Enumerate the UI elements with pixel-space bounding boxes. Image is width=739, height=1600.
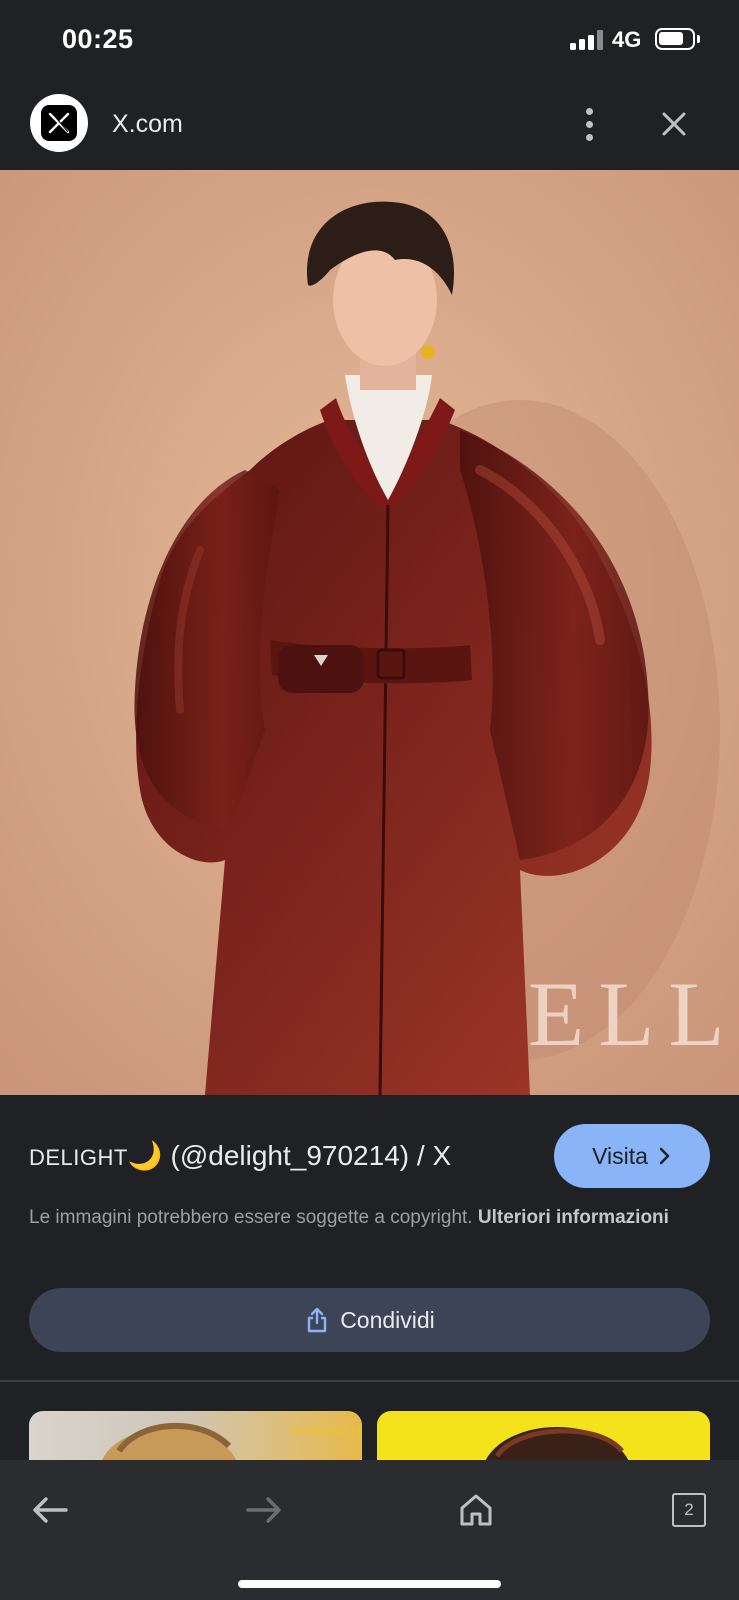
home-icon[interactable]: [446, 1480, 506, 1540]
arrow-left-icon[interactable]: [20, 1480, 80, 1540]
tab-count: 2: [672, 1493, 706, 1527]
battery-icon: [655, 28, 700, 50]
moon-emoji: 🌙: [127, 1140, 163, 1171]
home-indicator[interactable]: [238, 1580, 501, 1588]
copyright-text: Le immagini potrebbero essere soggette a…: [29, 1207, 478, 1228]
share-button[interactable]: Condividi: [29, 1288, 710, 1352]
result-title[interactable]: DELIGHT🌙 (@delight_970214) / X: [29, 1139, 451, 1172]
status-time: 00:25: [62, 24, 134, 54]
result-title-rest: (@delight_970214) / X: [162, 1140, 452, 1171]
vertical-dots-icon[interactable]: [574, 102, 604, 146]
status-bar: 00:25 4G: [0, 0, 739, 80]
signal-icon: [570, 30, 604, 50]
copyright-notice: Le immagini potrebbero essere soggette a…: [29, 1203, 719, 1232]
hero-image[interactable]: ELLE: [0, 170, 739, 1095]
tabs-icon[interactable]: 2: [659, 1480, 719, 1540]
result-info-panel: DELIGHT🌙 (@delight_970214) / X Visita Le…: [0, 1095, 739, 1380]
x-logo-icon[interactable]: [30, 94, 88, 152]
more-info-link[interactable]: Ulteriori informazioni: [478, 1207, 669, 1228]
related-images: BANANA FISH: [0, 1382, 739, 1471]
svg-text:BANANA FISH: BANANA FISH: [291, 1423, 362, 1438]
svg-text:ELLE: ELLE: [528, 963, 739, 1065]
chevron-right-icon: [659, 1147, 670, 1165]
visit-button-label: Visita: [592, 1142, 648, 1169]
arrow-right-icon[interactable]: [234, 1480, 294, 1540]
bottom-navigation: 2: [0, 1460, 739, 1600]
visit-button[interactable]: Visita: [554, 1124, 710, 1188]
result-title-prefix: DELIGHT: [29, 1145, 128, 1170]
site-name[interactable]: X.com: [112, 110, 183, 139]
share-button-label: Condividi: [340, 1306, 435, 1333]
share-icon: [307, 1307, 327, 1333]
close-icon[interactable]: [656, 106, 692, 142]
viewer-top-bar: X.com: [0, 80, 739, 170]
network-type: 4G: [612, 27, 642, 52]
